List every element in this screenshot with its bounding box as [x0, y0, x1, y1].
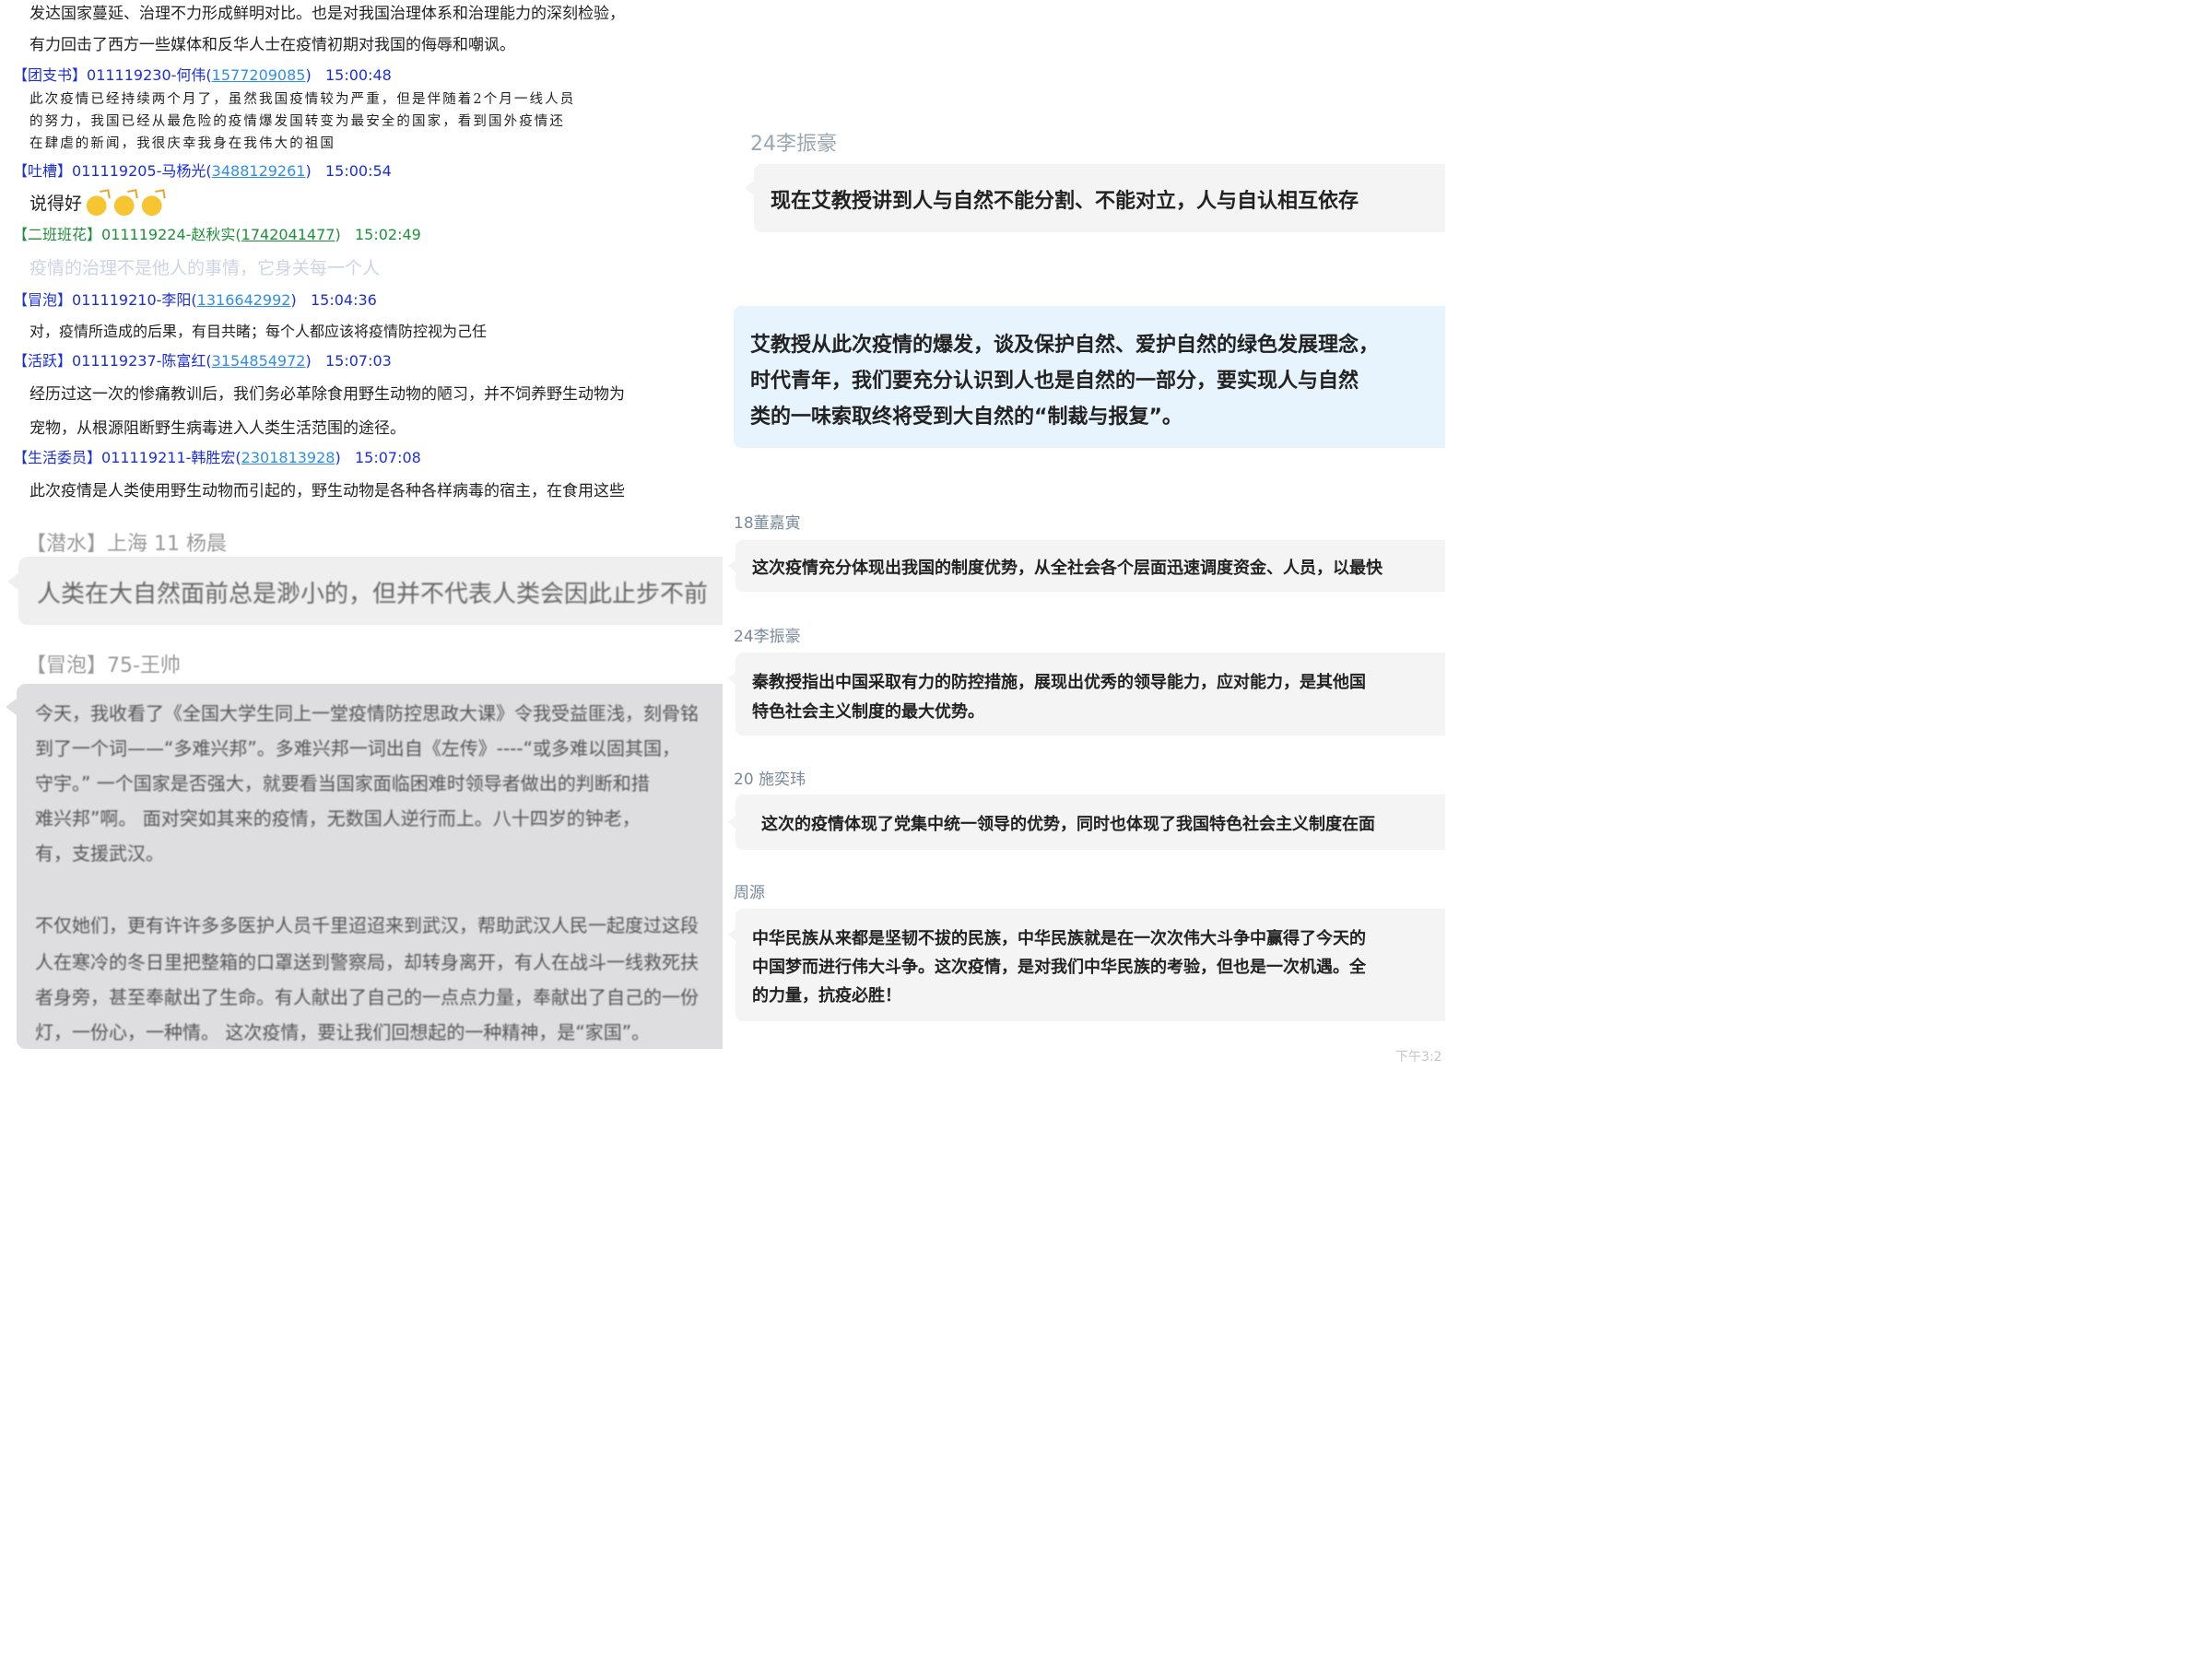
chat-bubble: 今天，我收看了《全国大学生同上一堂疫情防控思政大课》令我受益匪浅，刻骨铭 到了一…	[17, 684, 723, 1049]
sender-name: 24李振豪	[750, 133, 837, 156]
qq-link[interactable]: 1316642992	[197, 291, 291, 309]
member-tag: 【二班班花】	[13, 226, 102, 243]
timestamp: 15:02:49	[354, 226, 421, 243]
clapping-hands-icon	[86, 193, 111, 216]
message-line: 有力回击了西方一些媒体和反华人士在疫情初期对我国的侮辱和嘲讽。	[29, 36, 515, 54]
chat-bubble: 现在艾教授讲到人与自然不能分割、不能对立，人与自认相互依存	[754, 164, 1445, 232]
clapping-hands-icon	[141, 193, 166, 216]
qq-link[interactable]: 3154854972	[212, 352, 306, 370]
message-header: 【冒泡】011119210-李阳(1316642992) 15:04:36	[13, 291, 377, 309]
clapping-hands-icon	[113, 193, 138, 216]
member-tag: 【团支书】	[13, 66, 88, 84]
chat-bubble: 中华民族从来都是坚韧不拔的民族，中华民族就是在一次次伟大斗争中赢得了今天的 中国…	[735, 909, 1445, 1021]
sender-id: 011119224-赵秋实	[101, 226, 236, 243]
message-header: 【冒泡】75-王帅	[26, 654, 181, 677]
qq-link[interactable]: 1577209085	[212, 66, 306, 84]
message-line: 此次疫情是人类使用野生动物而引起的，野生动物是各种各样病毒的宿主，在食用这些	[29, 482, 625, 500]
message-line: 有，支援武汉。	[35, 842, 164, 865]
message-line: 人在寒冷的冬日里把整箱的口罩送到警察局，却转身离开，有人在战斗一线救死扶	[35, 951, 699, 973]
message-line: 守宇。” 一个国家是否强大，就要看当国家面临困难时领导者做出的判断和措	[35, 772, 650, 794]
message-header: 【生活委员】011119211-韩胜宏(2301813928) 15:07:08	[13, 449, 421, 466]
chat-bubble: 秦教授指出中国采取有力的防控措施，展现出优秀的领导能力，应对能力，是其他国 特色…	[735, 653, 1445, 735]
left-chat-log: 发达国家蔓延、治理不力形成鲜明对比。也是对我国治理体系和治理能力的深刻检验， 有…	[0, 0, 723, 1084]
message-header: 【潜水】上海 11 杨晨	[26, 533, 227, 556]
timestamp: 15:07:03	[324, 352, 392, 370]
member-tag: 【吐槽】	[13, 162, 73, 180]
sender-name: 20 施奕玮	[734, 771, 806, 789]
message-line: 宠物，从根源阻断野生病毒进入人类生活范围的途径。	[29, 419, 406, 438]
chat-bubble: 人类在大自然面前总是渺小的，但并不代表人类会因此止步不前	[18, 557, 723, 625]
message-line: 中国梦而进行伟大斗争。这次疫情，是对我们中华民族的考验，但也是一次机遇。全	[752, 958, 1366, 977]
timestamp: 15:00:54	[324, 162, 392, 180]
message-line: 的努力，我国已经从最危险的疫情爆发国转变为最安全的国家，看到国外疫情还	[29, 114, 565, 129]
sender-name: 周源	[734, 884, 765, 902]
message-header: 【二班班花】011119224-赵秋实(1742041477) 15:02:49	[13, 226, 421, 243]
bubble-tail	[7, 573, 18, 590]
sender-id: 011119230-何伟	[87, 66, 206, 84]
message-line: 难兴邦”啊。 面对突如其来的疫情，无数国人逆行而上。八十四岁的钟老，	[35, 807, 641, 830]
message-line: 不仅她们，更有许许多多医护人员千里迢迢来到武汉，帮助武汉人民一起度过这段	[35, 914, 699, 936]
member-tag: 【生活委员】	[13, 449, 102, 466]
message-line: 者身旁，甚至奉献出了生命。有人献出了自己的一点点力量，奉献出了自己的一份	[35, 986, 699, 1008]
message-line: 现在艾教授讲到人与自然不能分割、不能对立，人与自认相互依存	[771, 190, 1359, 213]
message-line: 中华民族从来都是坚韧不拔的民族，中华民族就是在一次次伟大斗争中赢得了今天的	[752, 929, 1366, 948]
member-tag: 【冒泡】	[13, 291, 73, 309]
message-header: 【吐槽】011119205-马杨光(3488129261) 15:00:54	[13, 162, 392, 180]
timestamp: 15:07:08	[354, 449, 421, 466]
message-line: 经历过这一次的惨痛教训后，我们务必革除食用野生动物的陋习，并不饲养野生动物为	[29, 385, 625, 404]
qq-link[interactable]: 1742041477	[241, 226, 335, 243]
message-line: 时代青年，我们要充分认识到人也是自然的一部分，要实现人与自然	[750, 370, 1359, 393]
message-line: 特色社会主义制度的最大优势。	[752, 702, 984, 722]
timestamp: 15:00:48	[324, 66, 392, 84]
message-text: 人类在大自然面前总是渺小的，但并不代表人类会因此止步不前	[37, 581, 709, 608]
sender-id: 011119205-马杨光	[72, 162, 206, 180]
message-body: 此次疫情已经持续两个月了，虽然我国疫情较为严重，但是伴随着2个月一线人员 的努力…	[29, 88, 575, 155]
qq-link[interactable]: 2301813928	[241, 449, 335, 466]
message-header: 【活跃】011119237-陈富红(3154854972) 15:07:03	[13, 352, 392, 370]
timestamp: 15:04:36	[310, 291, 377, 309]
message-line: 今天，我收看了《全国大学生同上一堂疫情防控思政大课》令我受益匪浅，刻骨铭	[35, 702, 699, 724]
message-line: 秦教授指出中国采取有力的防控措施，展现出优秀的领导能力，应对能力，是其他国	[752, 673, 1366, 692]
message-line: 对，疫情所造成的后果，有目共睹；每个人都应该将疫情防控视为己任	[29, 323, 488, 340]
qq-link[interactable]: 3488129261	[212, 162, 306, 180]
right-chat-panel: 24李振豪 现在艾教授讲到人与自然不能分割、不能对立，人与自认相互依存 艾教授从…	[723, 0, 1445, 1084]
message-line: 灯，一份心，一种情。 这次疫情，要让我们回想起的一种精神，是“家国”。	[35, 1021, 651, 1043]
sender-id: 011119210-李阳	[72, 291, 192, 309]
chat-bubble: 艾教授从此次疫情的爆发，谈及保护自然、爱护自然的绿色发展理念， 时代青年，我们要…	[734, 306, 1445, 448]
sender-name: 18董嘉寅	[734, 514, 801, 533]
message-body: 说得好	[29, 190, 166, 216]
message-line: 这次疫情充分体现出我国的制度优势，从全社会各个层面迅速调度资金、人员，以最快	[752, 559, 1382, 578]
message-line: 在肆虐的新闻，我很庆幸我身在我伟大的祖国	[29, 136, 335, 151]
message-header: 【团支书】011119230-何伟(1577209085) 15:00:48	[13, 66, 392, 84]
message-line: 这次的疫情体现了党集中统一领导的优势，同时也体现了我国特色社会主义制度在面	[761, 815, 1375, 834]
message-line: 此次疫情已经持续两个月了，虽然我国疫情较为严重，但是伴随着2个月一线人员	[29, 92, 576, 107]
chat-bubble: 这次疫情充分体现出我国的制度优势，从全社会各个层面迅速调度资金、人员，以最快	[735, 540, 1445, 592]
message-line: 到了一个词——“多难兴邦”。多难兴邦一词出自《左传》----“或多难以固其国，	[35, 737, 680, 759]
message-line: 类的一味索取终将受到大自然的“制裁与报复”。	[750, 406, 1182, 429]
message-line: 艾教授从此次疫情的爆发，谈及保护自然、爱护自然的绿色发展理念，	[750, 334, 1380, 357]
chat-bubble: 这次的疫情体现了党集中统一领导的优势，同时也体现了我国特色社会主义制度在面	[735, 794, 1445, 850]
bubble-tail	[6, 699, 17, 715]
message-line: 发达国家蔓延、治理不力形成鲜明对比。也是对我国治理体系和治理能力的深刻检验，	[29, 5, 625, 23]
bubble-tail	[745, 181, 754, 195]
message-line: 说得好	[29, 194, 83, 214]
sender-name: 24李振豪	[734, 628, 801, 646]
sender-id: 011119237-陈富红	[72, 352, 206, 370]
timestamp: 下午3:2	[1395, 1050, 1442, 1065]
message-line: 疫情的治理不是他人的事情，它身关每一个人	[29, 258, 381, 278]
sender-id: 011119211-韩胜宏	[101, 449, 236, 466]
member-tag: 【活跃】	[13, 352, 73, 370]
message-line: 的力量，抗疫必胜！	[752, 986, 901, 1006]
